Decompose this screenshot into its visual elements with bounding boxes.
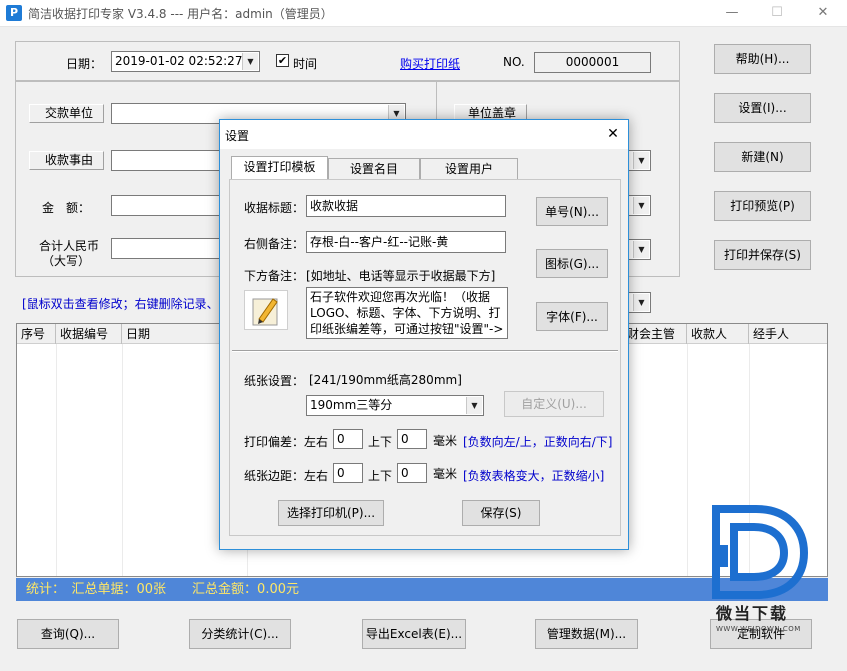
settings-dialog: 设置 ✕ 设置打印模板 设置名目 设置用户 收据标题： 收款收据 单号(N)..… <box>219 119 629 550</box>
margin-ud-label: 上下 <box>368 469 393 483</box>
chevron-down-icon[interactable]: ▼ <box>242 53 258 70</box>
chevron-down-icon[interactable]: ▼ <box>633 241 649 258</box>
offset-hint: [负数向左/上，正数向右/下] <box>463 435 613 449</box>
bottom-note-label: 下方备注： <box>244 269 305 283</box>
window-title: 简洁收据打印专家 V3.4.8 --- 用户名：admin（管理员） <box>28 7 333 21</box>
tab-categories[interactable]: 设置名目 <box>328 158 420 180</box>
print-save-button[interactable]: 打印并保存(S) <box>714 240 811 270</box>
margin-label: 纸张边距： <box>244 469 305 483</box>
date-value: 2019-01-02 02:52:27 <box>115 54 243 68</box>
bottom-note-line: LOGO、标题、字体、下方说明、打 <box>310 306 501 320</box>
select-printer-button[interactable]: 选择打印机(P)... <box>278 500 384 526</box>
margin-mm-label: 毫米 <box>433 467 458 481</box>
payer-label-button[interactable]: 交款单位 <box>29 104 104 123</box>
chevron-down-icon[interactable]: ▼ <box>633 152 649 169</box>
bottom-note-line: 石子软件欢迎您再次光临！（收据 <box>310 290 491 304</box>
query-button[interactable]: 查询(Q)... <box>17 619 119 649</box>
right-select-3[interactable]: ▼ <box>628 239 651 260</box>
number-button[interactable]: 单号(N)... <box>536 197 608 226</box>
bottom-note-textarea[interactable]: 石子软件欢迎您再次光临！（收据 LOGO、标题、字体、下方说明、打 印纸张编差等… <box>306 287 508 339</box>
offset-mm-label: 毫米 <box>433 434 458 448</box>
dialog-close-button[interactable]: ✕ <box>598 122 628 146</box>
right-note-label: 右侧备注： <box>244 237 305 251</box>
margin-hint: [负数表格变大，正数缩小] <box>463 469 605 483</box>
maximize-button[interactable]: ☐ <box>754 0 800 27</box>
column-header-index[interactable]: 序号 <box>17 324 56 344</box>
offset-label: 打印偏差： <box>244 435 305 449</box>
no-field: 0000001 <box>534 52 651 73</box>
column-header-payee[interactable]: 收款人 <box>687 324 749 344</box>
app-icon: P <box>6 5 22 21</box>
offset-ud-label: 上下 <box>368 435 393 449</box>
paper-select[interactable]: 190mm三等分 ▼ <box>306 395 484 416</box>
date-label: 日期： <box>66 57 103 71</box>
help-button[interactable]: 帮助(H)... <box>714 44 811 74</box>
total-rmb-sublabel: （大写） <box>42 254 91 268</box>
settings-button[interactable]: 设置(I)... <box>714 93 811 123</box>
font-button[interactable]: 字体(F)... <box>536 302 608 331</box>
total-rmb-field <box>111 238 231 259</box>
manage-data-button[interactable]: 管理数据(M)... <box>535 619 638 649</box>
tab-users[interactable]: 设置用户 <box>420 158 518 180</box>
reason-label-button[interactable]: 收款事由 <box>29 151 104 170</box>
dialog-title-bar: 设置 ✕ <box>220 120 628 149</box>
pencil-icon[interactable] <box>244 290 288 330</box>
offset-lr-label: 左右 <box>304 435 329 449</box>
paper-label: 纸张设置： <box>244 374 305 388</box>
amount-input[interactable] <box>111 195 231 216</box>
chevron-down-icon[interactable]: ▼ <box>466 397 482 414</box>
dialog-title: 设置 <box>225 129 250 143</box>
right-select-1[interactable]: ▼ <box>628 150 651 171</box>
new-button[interactable]: 新建(N) <box>714 142 811 172</box>
column-header-handler[interactable]: 经手人 <box>749 324 827 344</box>
margin-lr-input[interactable]: 0 <box>333 463 363 483</box>
tab-print-template[interactable]: 设置打印模板 <box>231 156 328 180</box>
margin-ud-input[interactable]: 0 <box>397 463 427 483</box>
watermark-d-icon <box>712 505 809 599</box>
icon-button[interactable]: 图标(G)... <box>536 249 608 278</box>
close-button[interactable]: ✕ <box>800 0 846 27</box>
watermark-url: WWW.WEIDOWN.COM <box>716 625 801 633</box>
save-button[interactable]: 保存(S) <box>462 500 540 526</box>
bottom-note-hint: [如地址、电话等显示于收据最下方] <box>306 269 496 283</box>
buy-paper-link[interactable]: 购买打印纸 <box>400 55 460 72</box>
watermark-text: 微当下载 <box>716 604 789 623</box>
grid-divider <box>56 344 57 576</box>
offset-lr-input[interactable]: 0 <box>333 429 363 449</box>
right-note-input[interactable]: 存根-白--客户-红--记账-黄 <box>306 231 506 253</box>
category-stats-button[interactable]: 分类统计(C)... <box>189 619 291 649</box>
usage-hint: [鼠标双击查看修改；右键删除记录、 <box>22 297 219 311</box>
margin-lr-label: 左右 <box>304 469 329 483</box>
grid-divider <box>122 344 123 576</box>
minimize-button[interactable]: — <box>709 0 755 27</box>
paper-info: [241/190mm纸高280mm] <box>309 373 462 387</box>
divider <box>232 350 618 352</box>
chevron-down-icon[interactable]: ▼ <box>633 294 649 311</box>
column-header-receipt-no[interactable]: 收据编号 <box>56 324 122 344</box>
column-header-finance-manager[interactable]: 财会主管 <box>623 324 687 344</box>
watermark-logo <box>712 505 812 600</box>
custom-paper-button[interactable]: 自定义(U)... <box>504 391 604 417</box>
receipt-title-label: 收据标题： <box>244 201 305 215</box>
right-select-2[interactable]: ▼ <box>628 195 651 216</box>
grid-divider <box>687 344 688 576</box>
reason-select[interactable] <box>111 150 231 171</box>
date-picker[interactable]: 2019-01-02 02:52:27 ▼ <box>111 51 260 72</box>
title-bar: P 简洁收据打印专家 V3.4.8 --- 用户名：admin（管理员） — ☐… <box>0 0 847 27</box>
export-excel-button[interactable]: 导出Excel表(E)... <box>362 619 466 649</box>
time-checkbox[interactable]: ✔ <box>276 54 289 67</box>
bottom-note-line: 印纸张编差等，可通过按钮"设置"-> <box>310 322 504 336</box>
pencil-icon-graphic <box>252 298 278 326</box>
amount-label: 金 额： <box>42 201 91 215</box>
no-label: NO. <box>503 55 525 69</box>
print-template-panel: 收据标题： 收款收据 单号(N)... 右侧备注： 存根-白--客户-红--记账… <box>229 179 621 536</box>
right-select-4[interactable]: ▼ <box>628 292 651 313</box>
offset-ud-input[interactable]: 0 <box>397 429 427 449</box>
print-preview-button[interactable]: 打印预览(P) <box>714 191 811 221</box>
status-bar: 统计： 汇总单据：00张 汇总金额：0.00元 <box>16 578 828 601</box>
paper-select-value: 190mm三等分 <box>310 398 393 412</box>
chevron-down-icon[interactable]: ▼ <box>633 197 649 214</box>
time-checkbox-label: 时间 <box>293 57 318 71</box>
receipt-title-input[interactable]: 收款收据 <box>306 195 506 217</box>
